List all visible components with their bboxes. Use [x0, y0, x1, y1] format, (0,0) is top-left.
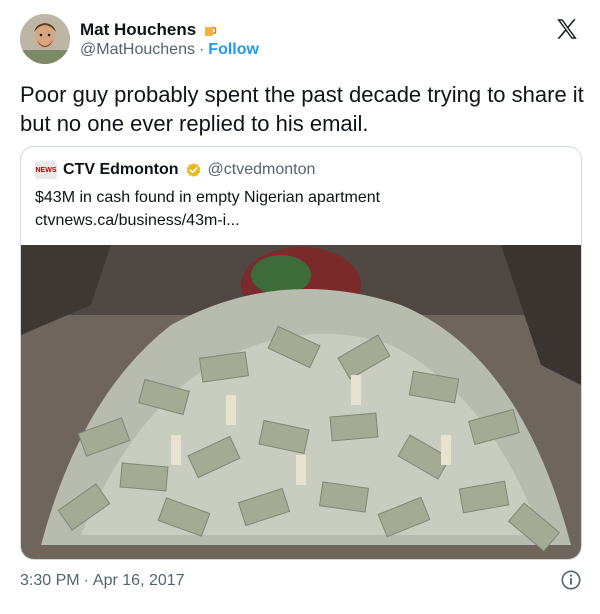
author-name-row: Mat Houchens	[80, 20, 218, 40]
quoted-tweet-header: NEWS CTV Edmonton @ctvedmonton	[35, 161, 315, 179]
quoted-headline: $43M in cash found in empty Nigerian apa…	[35, 189, 381, 206]
tweet-text: Poor guy probably spent the past decade …	[20, 82, 584, 136]
author-handle[interactable]: @MatHouchens	[80, 41, 195, 59]
tweet-timestamp[interactable]: 3:30 PM · Apr 16, 2017	[20, 572, 185, 590]
avatar-image	[20, 14, 70, 64]
tweet-time: 3:30 PM	[20, 572, 80, 589]
separator-dot: ·	[83, 572, 89, 589]
quoted-author-handle[interactable]: @ctvedmonton	[208, 161, 316, 179]
avatar[interactable]	[20, 14, 70, 64]
follow-button[interactable]: Follow	[208, 41, 259, 59]
quoted-author-name[interactable]: CTV Edmonton	[63, 161, 179, 179]
gold-verified-badge-icon	[186, 162, 200, 177]
tweet-date: Apr 16, 2017	[92, 572, 185, 589]
ctv-news-logo: NEWS	[35, 161, 57, 179]
beer-mug-emoji-icon	[204, 23, 217, 36]
author-handle-row: @MatHouchens · Follow	[80, 41, 259, 59]
tweet-card: Mat Houchens @MatHouchens · Follow Poor …	[0, 0, 600, 614]
author-name[interactable]: Mat Houchens	[80, 20, 196, 40]
separator-dot: ·	[198, 41, 205, 58]
info-icon[interactable]	[560, 569, 582, 591]
quoted-link[interactable]: ctvnews.ca/business/43m-i...	[35, 212, 240, 230]
cash-pile-photo[interactable]	[21, 245, 581, 559]
x-logo-icon[interactable]	[554, 16, 580, 42]
quoted-tweet[interactable]: NEWS CTV Edmonton @ctvedmonton $43M in c…	[20, 146, 582, 560]
